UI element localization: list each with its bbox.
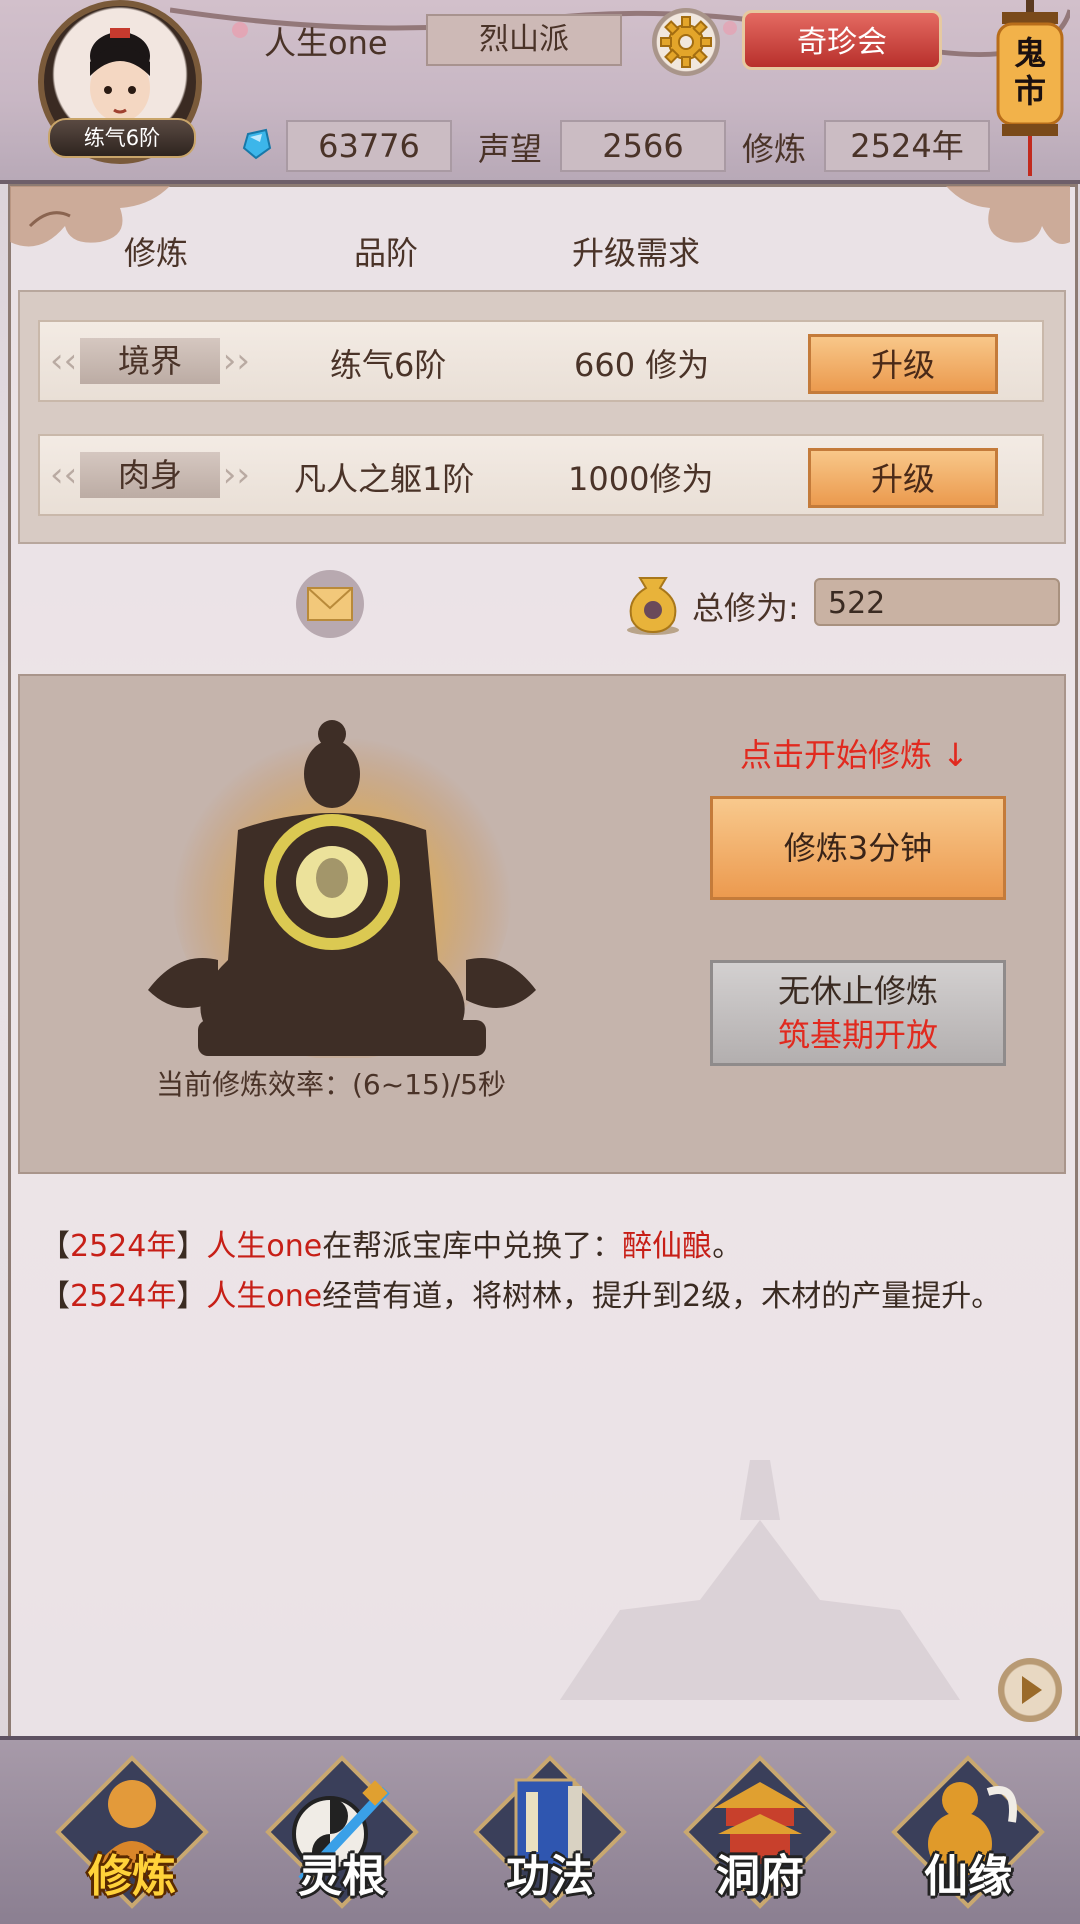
log-player: 人生one — [206, 1279, 323, 1314]
header-requirement: 升级需求 — [572, 234, 701, 272]
nav-cave-label: 洞府 — [716, 1851, 804, 1902]
ghost-market-button[interactable]: 鬼市 — [990, 0, 1070, 180]
meditating-figure-icon — [148, 720, 536, 1058]
prestige-value: 2566 — [560, 120, 726, 172]
nav-cultivation[interactable]: 修炼 — [52, 1752, 212, 1912]
spirit-stones-value: 63776 — [286, 120, 452, 172]
pagoda-scenery-decoration — [560, 1460, 960, 1700]
settings-button[interactable] — [652, 8, 720, 76]
nav-technique-label: 功法 — [506, 1851, 594, 1902]
lantern-text: 鬼市 — [1013, 34, 1046, 110]
unlock-condition-label: 筑基期开放 — [777, 1016, 938, 1054]
body-grade: 凡人之躯1阶 — [294, 460, 475, 498]
log-year: 2524年 — [70, 1279, 177, 1314]
cultivation-rate: 当前修炼效率：(6~15)/5秒 — [156, 1068, 507, 1101]
log-player: 人生one — [206, 1229, 323, 1264]
nav-immortal-fate-label: 仙缘 — [924, 1851, 1012, 1902]
player-level-badge: 练气6阶 — [48, 118, 196, 158]
cultivation-years-value: 2524年 — [824, 120, 990, 172]
start-cultivation-hint: 点击开始修炼 ↓ — [740, 736, 969, 774]
total-cultivation-value: 522 — [814, 578, 1060, 626]
nav-spirit-root-label: 灵根 — [298, 1851, 386, 1902]
sect-name[interactable]: 烈山派 — [426, 14, 622, 66]
nav-spirit-root[interactable]: 灵根 — [262, 1752, 422, 1912]
log-text: 经营有道，将树林，提升到2级，木材的产量提升。 — [322, 1279, 1002, 1314]
realm-upgrade-button[interactable]: 升级 — [808, 334, 998, 394]
mail-button[interactable] — [296, 570, 364, 638]
nav-cave[interactable]: 洞府 — [680, 1752, 840, 1912]
cultivation-years-label: 修炼 — [742, 130, 807, 168]
realm-grade: 练气6阶 — [330, 346, 447, 384]
prestige-label: 声望 — [478, 130, 543, 168]
realm-requirement: 660 修为 — [574, 346, 710, 384]
cultivate-3min-button[interactable]: 修炼3分钟 — [710, 796, 1006, 900]
envelope-icon — [307, 587, 353, 621]
total-cultivation-label: 总修为: — [692, 589, 799, 627]
event-log: 【2524年】人生one在帮派宝库中兑换了：醉仙酿。 【2524年】人生one经… — [40, 1222, 1040, 1322]
nav-technique[interactable]: 功法 — [470, 1752, 630, 1912]
header-grade: 品阶 — [354, 234, 419, 272]
body-row: 肉身 凡人之躯1阶 1000修为 升级 — [38, 434, 1044, 516]
cloud-ornament-icon — [946, 186, 1070, 244]
log-end: 。 — [712, 1229, 743, 1264]
endless-cultivation-label: 无休止修炼 — [777, 972, 938, 1010]
gear-icon — [660, 16, 712, 68]
player-name: 人生one — [264, 24, 388, 62]
log-year: 2524年 — [70, 1229, 177, 1264]
qizhen-button[interactable]: 奇珍会 — [742, 10, 942, 70]
log-text: 在帮派宝库中兑换了： — [322, 1229, 623, 1264]
endless-cultivation-button[interactable]: 无休止修炼 筑基期开放 — [710, 960, 1006, 1066]
log-entry: 【2524年】人生one经营有道，将树林，提升到2级，木材的产量提升。 — [40, 1279, 1002, 1314]
money-bag-icon — [627, 577, 679, 635]
log-entry: 【2524年】人生one在帮派宝库中兑换了：醉仙酿。 — [40, 1229, 743, 1264]
body-upgrade-button[interactable]: 升级 — [808, 448, 998, 508]
nav-cultivation-label: 修炼 — [88, 1851, 176, 1902]
body-requirement: 1000修为 — [568, 460, 714, 498]
log-item: 醉仙酿 — [622, 1229, 713, 1264]
chevron-right-icon — [1022, 1676, 1042, 1704]
realm-row: 境界 练气6阶 660 修为 升级 — [38, 320, 1044, 402]
expand-log-button[interactable] — [998, 1658, 1062, 1722]
header-cultivation: 修炼 — [124, 234, 189, 272]
nav-immortal-fate[interactable]: 仙缘 — [888, 1752, 1048, 1912]
realm-tag: 境界 — [50, 338, 250, 384]
body-tag: 肉身 — [50, 452, 250, 498]
spirit-stone-icon — [242, 128, 272, 160]
